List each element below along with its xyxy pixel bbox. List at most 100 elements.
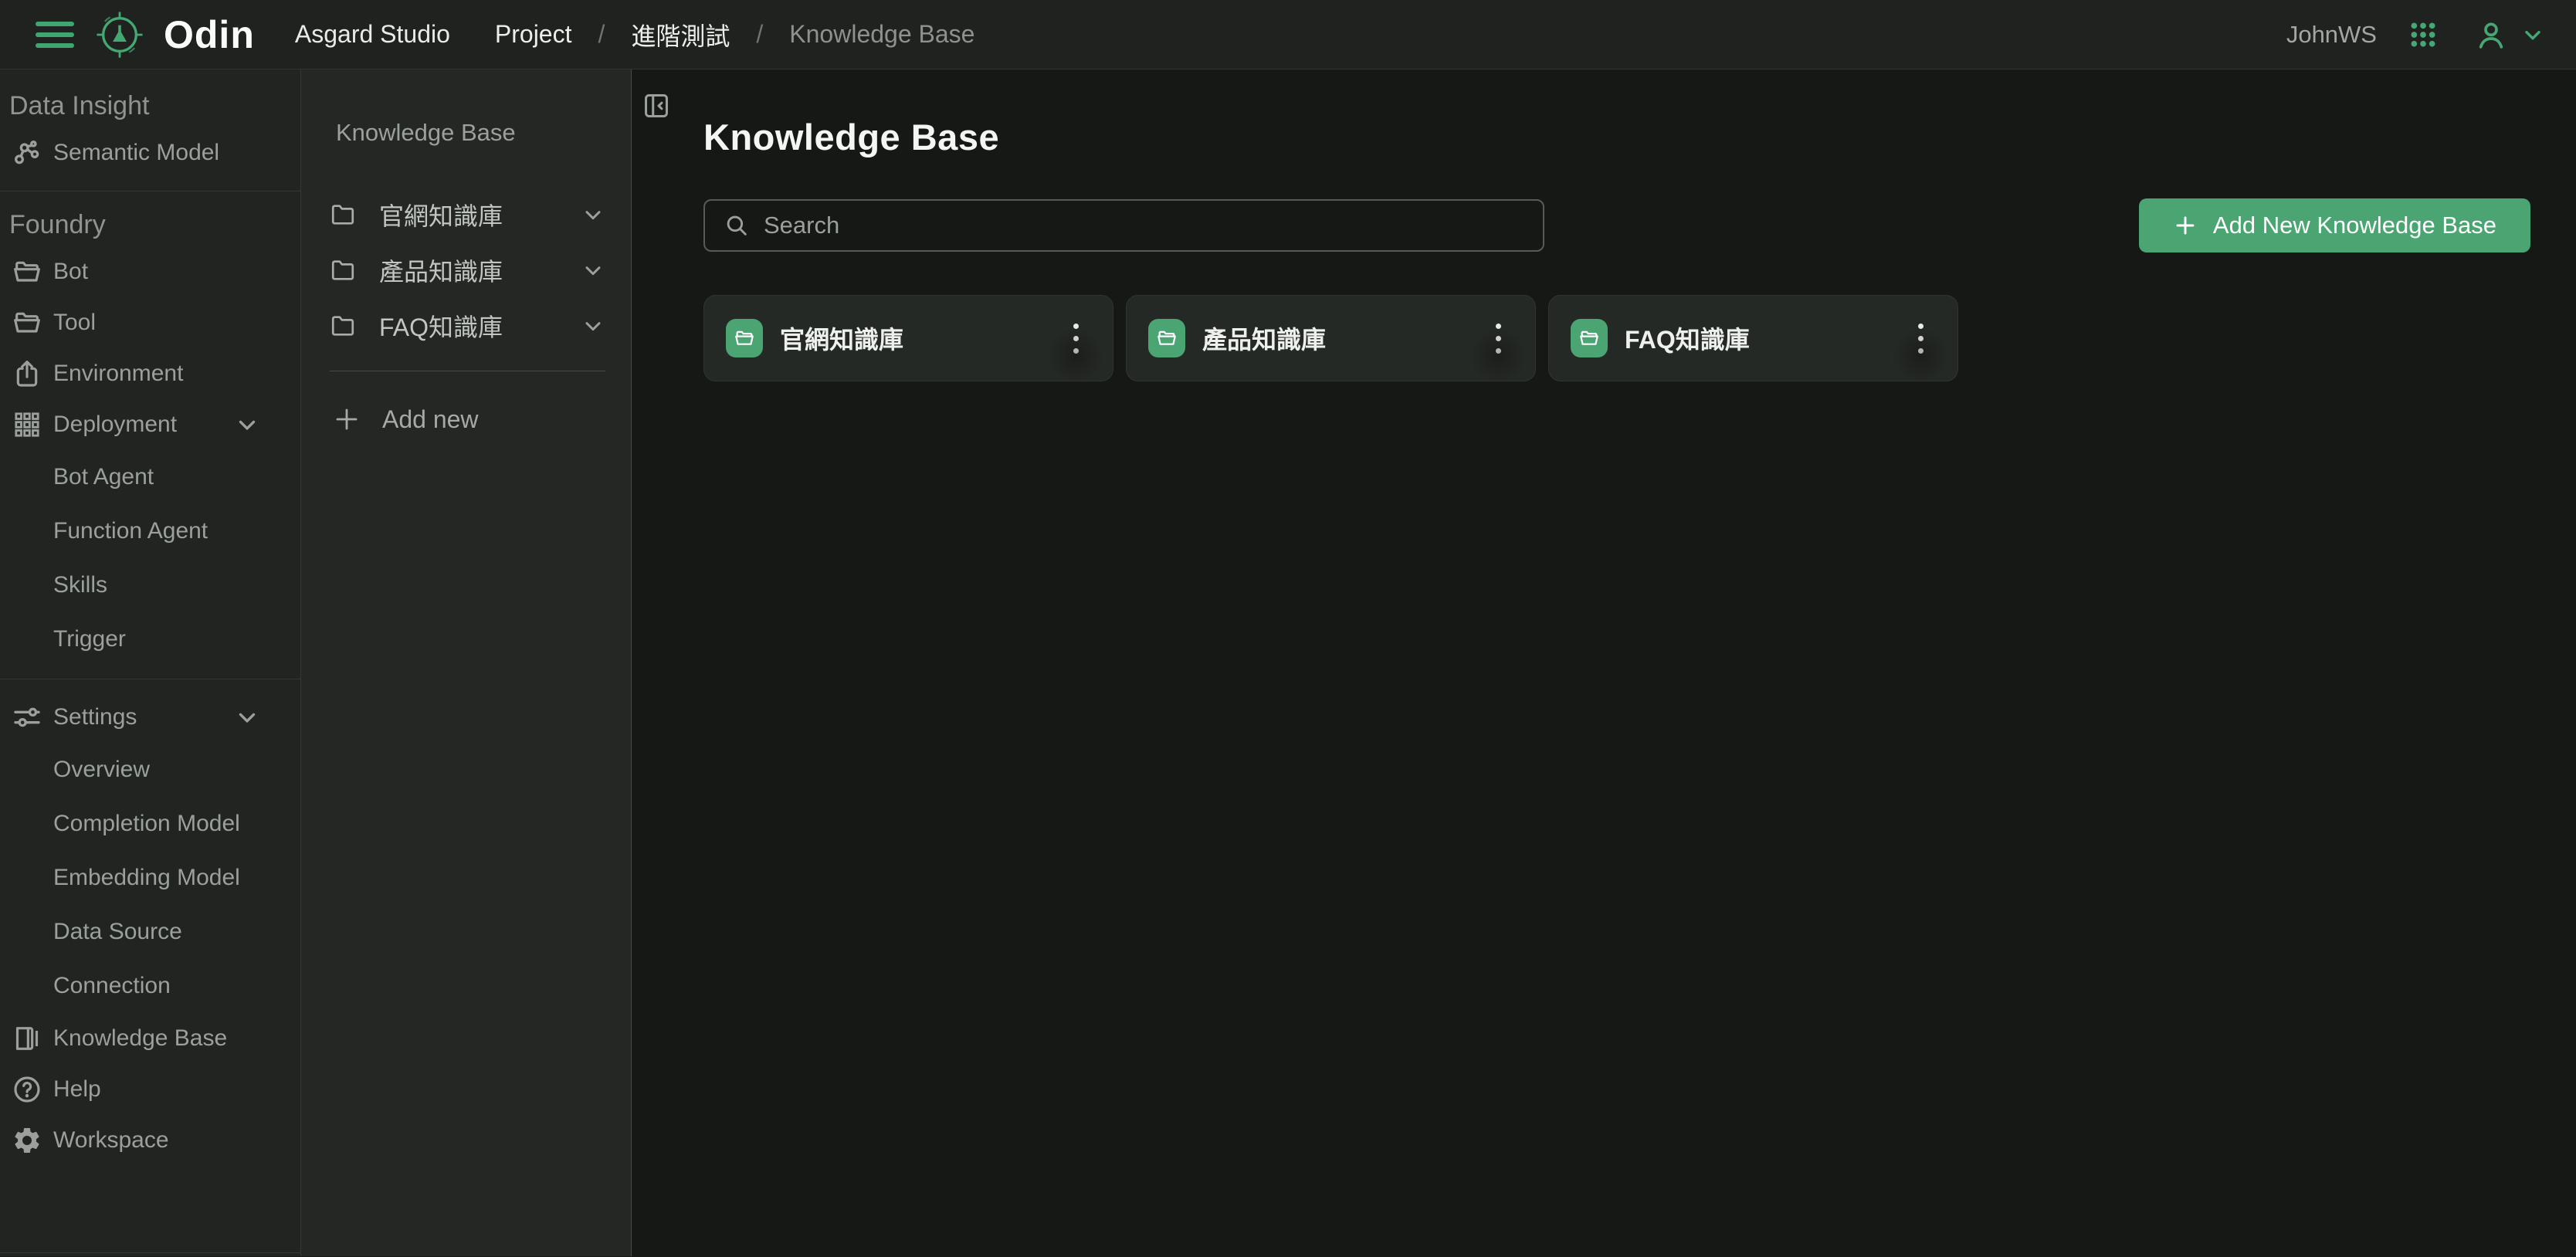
topbar-right: JohnWS: [2286, 19, 2545, 50]
section-foundry: Foundry: [0, 204, 300, 246]
folder-item[interactable]: FAQ知識庫: [330, 298, 605, 354]
sidebar-subitem-connection[interactable]: Connection: [0, 959, 300, 1013]
nav-asgard-studio[interactable]: Asgard Studio: [295, 20, 450, 49]
folder-tile: [1571, 319, 1608, 357]
breadcrumb-env[interactable]: 進階測試: [631, 17, 730, 53]
kebab-menu-icon[interactable]: [1480, 307, 1517, 369]
card-title: 產品知識庫: [1202, 320, 1326, 356]
folder-name: FAQ知識庫: [379, 308, 503, 344]
sidebar-item-label: Semantic Model: [53, 140, 219, 166]
folder-icon: [330, 202, 356, 228]
controls-row: Add New Knowledge Base: [703, 198, 2530, 252]
odin-logo-icon: [94, 9, 145, 60]
knowledge-base-cards: 官網知識庫 產品知識庫: [703, 295, 2530, 381]
sidebar-item-label: Bot: [53, 259, 88, 285]
search-icon: [724, 212, 750, 239]
plus-icon: [2173, 213, 2198, 238]
kebab-menu-icon[interactable]: [1057, 307, 1094, 369]
folder-open-icon: [12, 256, 42, 287]
folder-item[interactable]: 官網知識庫: [330, 187, 605, 242]
breadcrumb: Project / 進階測試 / Knowledge Base: [495, 17, 975, 53]
chevron-down-icon[interactable]: [581, 258, 605, 283]
chevron-down-icon[interactable]: [581, 313, 605, 338]
sidebar-item-label: Workspace: [53, 1127, 169, 1154]
knowledge-base-card[interactable]: FAQ知識庫: [1548, 295, 1958, 381]
folder-item[interactable]: 產品知識庫: [330, 242, 605, 298]
chevron-down-icon: [234, 704, 260, 730]
add-new-knowledge-base-button[interactable]: Add New Knowledge Base: [2139, 198, 2530, 252]
sidebar-subitem-overview[interactable]: Overview: [0, 743, 300, 797]
collapse-panel-icon[interactable]: [642, 90, 671, 121]
username-label: JohnWS: [2286, 21, 2377, 49]
sidebar-item-label: Help: [53, 1076, 101, 1103]
settings-sliders-icon: [12, 702, 42, 733]
chevron-down-icon[interactable]: [581, 202, 605, 227]
add-new-folder-button[interactable]: Add new: [330, 395, 605, 444]
sidebar-item-label: Environment: [53, 361, 183, 387]
user-avatar-icon[interactable]: [2476, 19, 2507, 50]
sidebar-item-deployment[interactable]: Deployment: [0, 399, 300, 450]
kebab-menu-icon[interactable]: [1902, 307, 1939, 369]
sidebar-item-label: Knowledge Base: [53, 1025, 227, 1052]
sidebar-item-label: Settings: [53, 704, 137, 730]
folder-open-icon: [12, 307, 42, 338]
gear-icon: [12, 1125, 42, 1156]
knowledge-base-panel: Knowledge Base 官網知識庫 產品知識庫: [301, 69, 632, 1256]
folder-tile: [1148, 319, 1185, 357]
sidebar-item-workspace[interactable]: Workspace: [0, 1115, 300, 1166]
sidebar-item-label: Connection: [53, 973, 171, 999]
sidebar-item-label: Overview: [53, 757, 150, 783]
sidebar-subitem-function-agent[interactable]: Function Agent: [0, 504, 300, 558]
sidebar-item-semantic-model[interactable]: Semantic Model: [0, 127, 300, 178]
book-icon: [12, 1023, 42, 1054]
folder-name: 產品知識庫: [379, 252, 503, 288]
sidebar-subitem-bot-agent[interactable]: Bot Agent: [0, 450, 300, 504]
sidebar-item-knowledge-base[interactable]: Knowledge Base: [0, 1013, 300, 1064]
section-data-insight: Data Insight: [0, 85, 300, 127]
brand-title: Odin: [164, 12, 255, 57]
hamburger-menu-icon[interactable]: [36, 22, 74, 48]
knowledge-base-card[interactable]: 產品知識庫: [1126, 295, 1536, 381]
sidebar-subitem-embedding-model[interactable]: Embedding Model: [0, 851, 300, 905]
folder-open-icon: [1578, 327, 1600, 349]
plus-icon: [333, 405, 361, 433]
sidebar-item-bot[interactable]: Bot: [0, 246, 300, 297]
knowledge-base-card[interactable]: 官網知識庫: [703, 295, 1113, 381]
sidebar-item-label: Completion Model: [53, 811, 240, 837]
sidebar-subitem-trigger[interactable]: Trigger: [0, 612, 300, 666]
sidebar-item-tool[interactable]: Tool: [0, 297, 300, 348]
apps-grid-icon[interactable]: [2408, 19, 2439, 50]
chevron-down-icon: [234, 412, 260, 438]
breadcrumb-separator: /: [756, 20, 763, 49]
folder-tile: [726, 319, 763, 357]
sidebar-item-environment[interactable]: Environment: [0, 348, 300, 399]
sidebar-item-settings[interactable]: Settings: [0, 692, 300, 743]
user-menu-chevron-down-icon[interactable]: [2520, 22, 2545, 47]
breadcrumb-current: Knowledge Base: [789, 20, 974, 49]
card-title: 官網知識庫: [780, 320, 903, 356]
folder-open-icon: [734, 327, 755, 349]
breadcrumb-project[interactable]: Project: [495, 20, 572, 49]
sidebar-item-label: Deployment: [53, 412, 177, 438]
sidebar-item-label: Trigger: [53, 626, 126, 652]
panel-title: Knowledge Base: [330, 119, 605, 147]
folder-icon: [330, 257, 356, 283]
sidebar-item-label: Embedding Model: [53, 865, 240, 891]
add-button-label: Add New Knowledge Base: [2213, 212, 2496, 239]
semantic-model-icon: [12, 137, 42, 168]
add-new-label: Add new: [382, 405, 479, 434]
topbar: Odin Asgard Studio Project / 進階測試 / Know…: [0, 0, 2576, 69]
sidebar-subitem-completion-model[interactable]: Completion Model: [0, 797, 300, 851]
folder-open-icon: [1156, 327, 1178, 349]
sidebar-item-label: Skills: [53, 572, 107, 598]
folder-name: 官網知識庫: [379, 197, 503, 232]
search-box: [703, 199, 1544, 252]
sidebar-item-help[interactable]: Help: [0, 1064, 300, 1115]
card-title: FAQ知識庫: [1625, 320, 1750, 356]
primary-sidebar: Data Insight Semantic Model Foundry: [0, 69, 301, 1256]
sidebar-subitem-skills[interactable]: Skills: [0, 558, 300, 612]
sidebar-subitem-data-source[interactable]: Data Source: [0, 905, 300, 959]
search-input[interactable]: [764, 212, 1524, 239]
divider: [0, 1252, 300, 1253]
main-content: Knowledge Base: [632, 69, 2576, 1256]
